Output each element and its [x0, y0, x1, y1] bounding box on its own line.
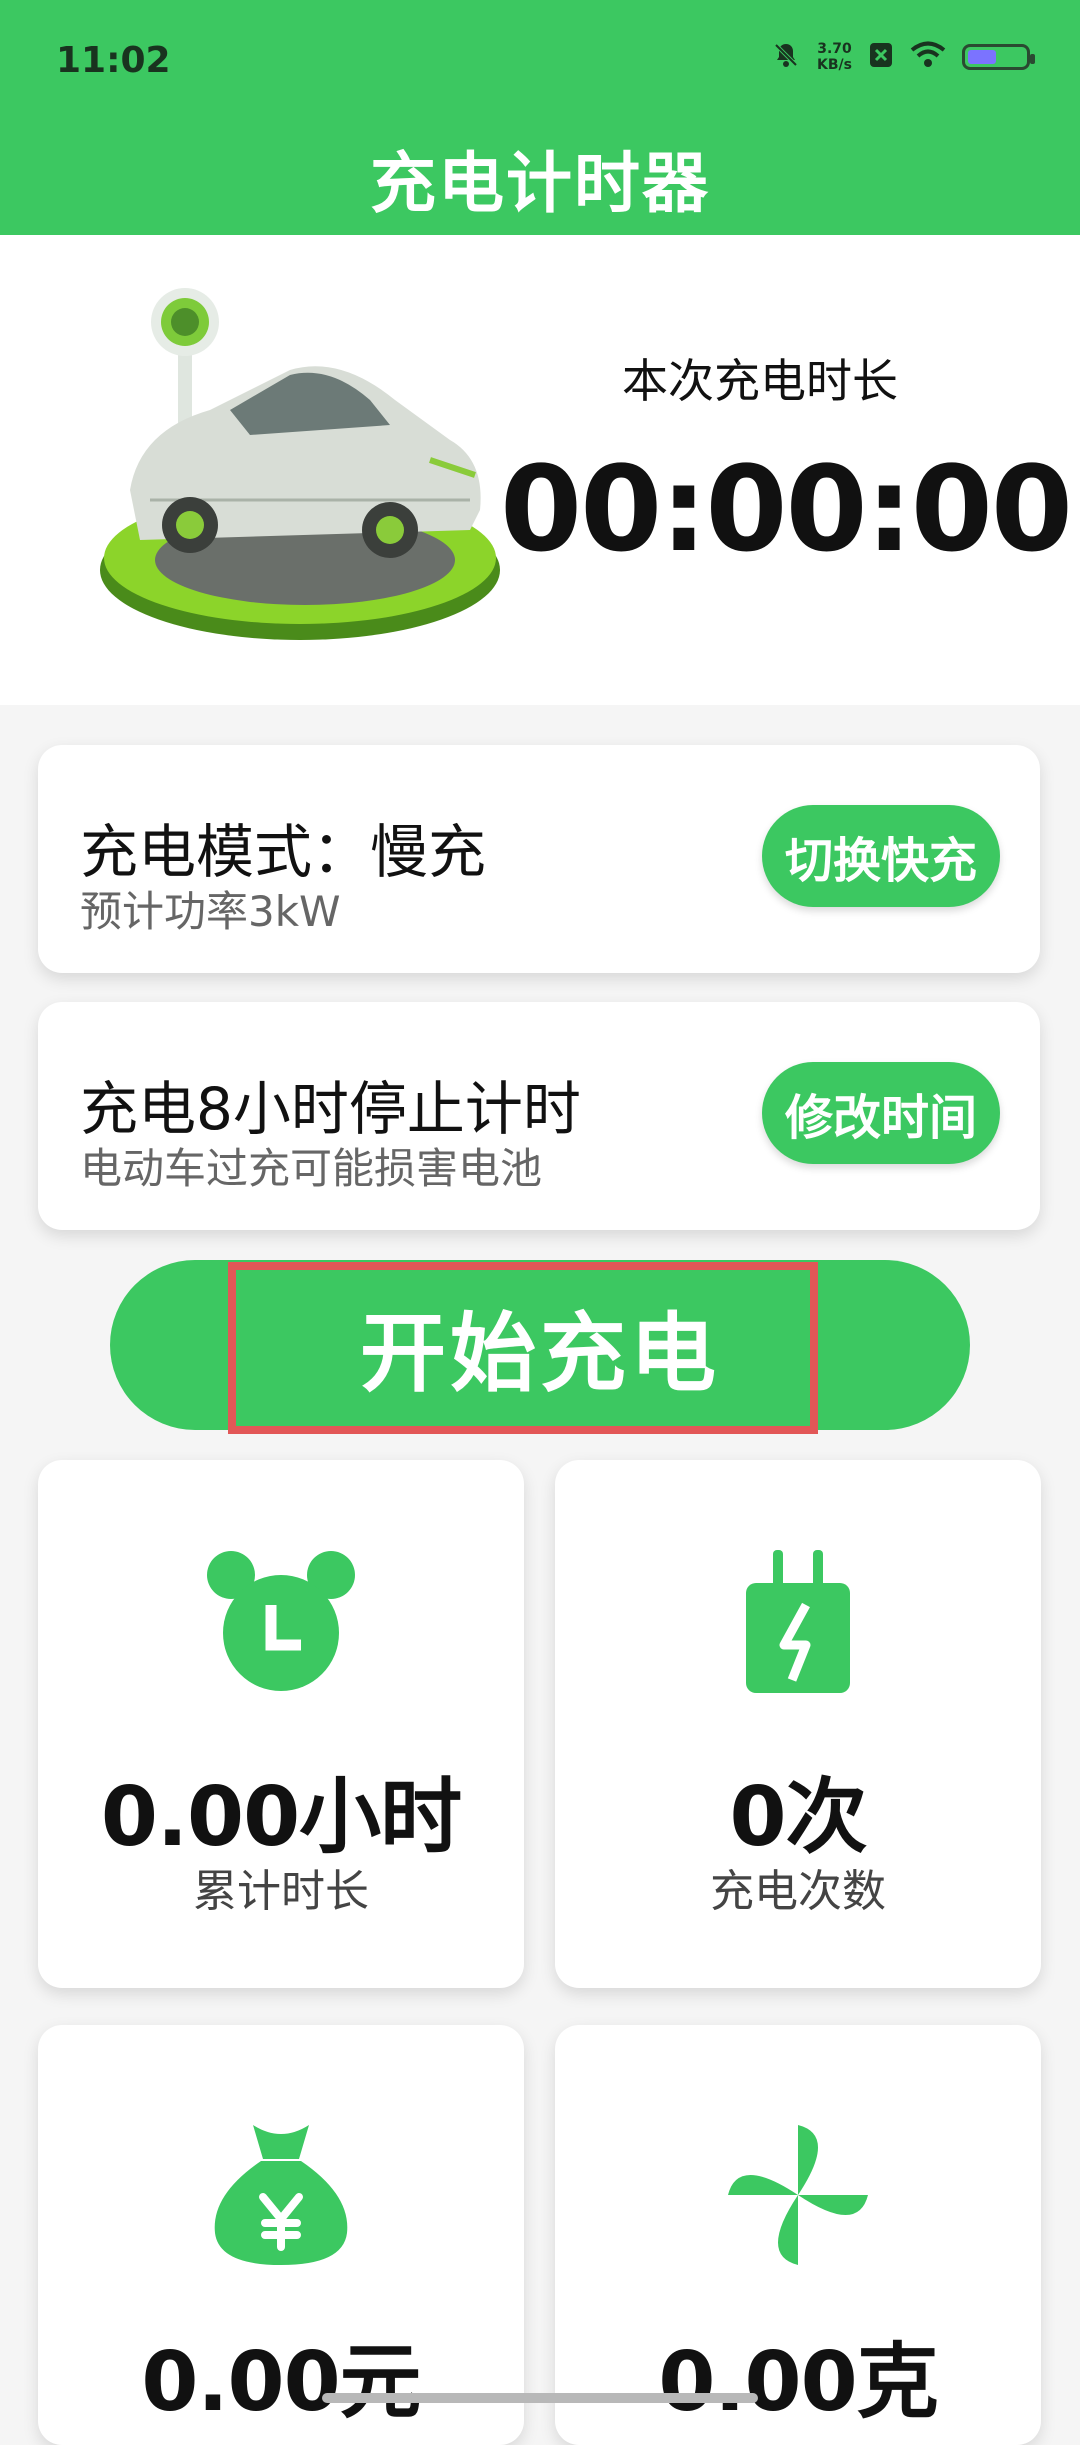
home-indicator[interactable] [322, 2393, 758, 2403]
status-bar: 11:02 3.70 KB/s [0, 0, 1080, 120]
net-speed-value: 3.70 [817, 41, 852, 57]
charge-power-subtitle: 预计功率3kW [80, 887, 341, 936]
stat-card-cost: 0.00元 [38, 2025, 524, 2445]
session-duration-label: 本次充电时长 [622, 354, 898, 408]
alarm-clock-icon [207, 1551, 355, 1691]
session-timer: 00:00:00 [500, 440, 1073, 578]
stat-card-carbon: 0.00克 [555, 2025, 1041, 2445]
start-charging-label: 开始充电 [360, 1303, 720, 1404]
charge-mode-title: 充电模式：慢充 [80, 818, 487, 886]
pinwheel-icon [728, 2125, 868, 2265]
stat-value: 0次 [729, 1770, 867, 1865]
battery-fill [968, 50, 996, 64]
app-header: 充电计时器 [0, 120, 1080, 235]
status-time: 11:02 [56, 40, 171, 81]
battery-icon [962, 44, 1035, 70]
ev-charging-car-illustration [100, 288, 500, 640]
charge-mode-card: 充电模式：慢充 预计功率3kW 切换快充 [38, 745, 1040, 973]
charger-plug-icon [746, 1550, 850, 1693]
stat-value: 0.00小时 [100, 1770, 462, 1865]
stat-value: 0.00元 [141, 2335, 421, 2430]
page-title: 充电计时器 [370, 144, 710, 222]
auto-stop-title: 充电8小时停止计时 [80, 1075, 581, 1143]
net-speed: 3.70 KB/s [817, 41, 852, 73]
auto-stop-subtitle: 电动车过充可能损害电池 [80, 1144, 543, 1193]
net-speed-unit: KB/s [817, 57, 852, 73]
stat-card-total-duration: 0.00小时 累计时长 [38, 1460, 524, 1988]
money-bag-icon [214, 2125, 348, 2265]
bell-muted-icon [771, 40, 801, 74]
stat-label: 充电次数 [710, 1866, 886, 1917]
switch-fast-charge-button[interactable]: 切换快充 [762, 805, 1000, 907]
edit-time-button[interactable]: 修改时间 [762, 1062, 1000, 1164]
hero-section: 本次充电时长 00:00:00 [0, 235, 1080, 705]
status-icons: 3.70 KB/s [771, 40, 1035, 74]
stat-label: 累计时长 [193, 1866, 369, 1917]
stat-value: 0.00克 [658, 2335, 938, 2430]
auto-stop-card: 充电8小时停止计时 电动车过充可能损害电池 修改时间 [38, 1002, 1040, 1230]
sim-off-icon [868, 40, 894, 74]
start-charging-button[interactable]: 开始充电 [110, 1260, 970, 1430]
wifi-icon [910, 41, 946, 73]
stat-card-charge-count: 0次 充电次数 [555, 1460, 1041, 1988]
